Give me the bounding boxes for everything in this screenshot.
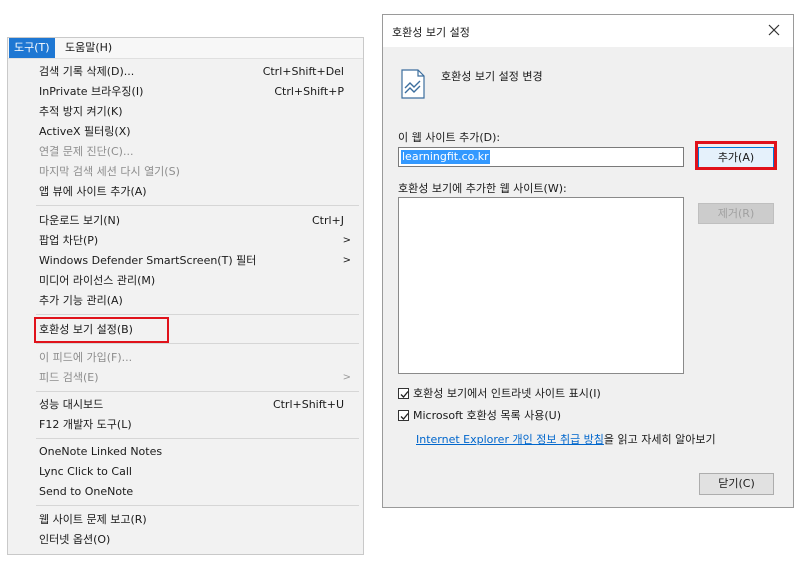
menu-separator bbox=[36, 205, 359, 206]
checkbox-label: Microsoft 호환성 목록 사용(U) bbox=[413, 409, 562, 422]
privacy-note: Internet Explorer 개인 정보 취급 방침을 읽고 자세히 알아… bbox=[416, 431, 716, 447]
menu-item-label: ActiveX 필터링(X) bbox=[39, 125, 131, 138]
menu-item-label: Lync Click to Call bbox=[39, 465, 132, 478]
menu-separator bbox=[36, 314, 359, 315]
add-site-input-value: learningfit.co.kr bbox=[401, 150, 490, 164]
close-button[interactable]: 닫기(C) bbox=[699, 473, 774, 495]
menu-item-label: OneNote Linked Notes bbox=[39, 445, 163, 458]
menu-item-manage-addons[interactable]: 추가 기능 관리(A) bbox=[8, 291, 363, 311]
menu-item-label: 인터넷 옵션(O) bbox=[39, 533, 111, 546]
menu-item-send-to-onenote[interactable]: Send to OneNote bbox=[8, 482, 363, 502]
checkbox-box[interactable] bbox=[398, 388, 409, 399]
menu-item-label: 연결 문제 진단(C)... bbox=[39, 145, 134, 158]
menu-item-label: 마지막 검색 세션 다시 열기(S) bbox=[39, 165, 180, 178]
dialog-header-text: 호환성 보기 설정 변경 bbox=[441, 70, 543, 83]
menu-item-label: 다운로드 보기(N) bbox=[39, 214, 121, 227]
menu-item-label: 웹 사이트 문제 보고(R) bbox=[39, 513, 147, 526]
privacy-note-suffix: 을 읽고 자세히 알아보기 bbox=[603, 433, 716, 446]
menu-item-tracking-protection[interactable]: 추적 방지 켜기(K) bbox=[8, 102, 363, 122]
chevron-right-icon: > bbox=[342, 235, 351, 246]
chevron-right-icon: > bbox=[342, 372, 351, 383]
menu-item-label: InPrivate 브라우징(I) bbox=[39, 85, 144, 98]
menu-item-label: 추가 기능 관리(A) bbox=[39, 294, 123, 307]
menu-item-inprivate[interactable]: InPrivate 브라우징(I) Ctrl+Shift+P bbox=[8, 82, 363, 102]
remove-button: 제거(R) bbox=[698, 203, 774, 224]
check-icon bbox=[400, 391, 409, 398]
menu-separator bbox=[36, 505, 359, 506]
menu-item-lync-click-to-call[interactable]: Lync Click to Call bbox=[8, 462, 363, 482]
menu-item-f12-devtools[interactable]: F12 개발자 도구(L) bbox=[8, 415, 363, 435]
menu-item-label: F12 개발자 도구(L) bbox=[39, 418, 132, 431]
menu-item-subscribe-feed: 이 피드에 가입(F)... bbox=[8, 348, 363, 368]
menu-item-label: 앱 뷰에 사이트 추가(A) bbox=[39, 185, 147, 198]
menu-item-label: 검색 기록 삭제(D)... bbox=[39, 65, 135, 78]
menu-item-label: Send to OneNote bbox=[39, 485, 134, 498]
chevron-right-icon: > bbox=[342, 255, 351, 266]
menu-item-shortcut: Ctrl+Shift+P bbox=[274, 85, 344, 98]
menu-item-delete-history[interactable]: 검색 기록 삭제(D)... Ctrl+Shift+Del bbox=[8, 62, 363, 82]
check-icon bbox=[400, 413, 409, 420]
tools-menu: 도구(T) 도움말(H) 검색 기록 삭제(D)... Ctrl+Shift+D… bbox=[7, 37, 364, 555]
menu-item-popup-blocker[interactable]: 팝업 차단(P) > bbox=[8, 231, 363, 251]
dialog-title: 호환성 보기 설정 bbox=[392, 26, 470, 39]
menu-item-smartscreen-filter[interactable]: Windows Defender SmartScreen(T) 필터 > bbox=[8, 251, 363, 271]
menu-item-shortcut: Ctrl+Shift+U bbox=[272, 398, 344, 411]
menu-item-onenote-linked-notes[interactable]: OneNote Linked Notes bbox=[8, 442, 363, 462]
menu-item-performance-dashboard[interactable]: 성능 대시보드 Ctrl+Shift+U bbox=[8, 395, 363, 415]
menu-item-shortcut: Ctrl+J bbox=[311, 214, 344, 227]
menu-item-label: 추적 방지 켜기(K) bbox=[39, 105, 123, 118]
menu-item-shortcut: Ctrl+Shift+Del bbox=[262, 65, 344, 78]
checkbox-label: 호환성 보기에서 인트라넷 사이트 표시(I) bbox=[413, 387, 601, 400]
menu-item-reopen-session: 마지막 검색 세션 다시 열기(S) bbox=[8, 162, 363, 182]
privacy-policy-link[interactable]: Internet Explorer 개인 정보 취급 방침 bbox=[416, 433, 604, 446]
menu-item-label: 피드 검색(E) bbox=[39, 371, 99, 384]
checkbox-box[interactable] bbox=[398, 410, 409, 421]
menu-item-label: 호환성 보기 설정(B) bbox=[39, 323, 133, 336]
menu-separator bbox=[36, 438, 359, 439]
menu-item-label: 팝업 차단(P) bbox=[39, 234, 99, 247]
menu-item-label: Windows Defender SmartScreen(T) 필터 bbox=[39, 254, 257, 267]
add-site-label: 이 웹 사이트 추가(D): bbox=[398, 131, 501, 144]
compatibility-page-icon bbox=[400, 69, 426, 99]
menu-item-diagnose-connection: 연결 문제 진단(C)... bbox=[8, 142, 363, 162]
menu-tools[interactable]: 도구(T) bbox=[9, 38, 55, 58]
menu-help[interactable]: 도움말(H) bbox=[60, 38, 117, 58]
menu-item-compatibility-view-settings[interactable]: 호환성 보기 설정(B) bbox=[8, 320, 363, 340]
menu-bar: 도구(T) 도움말(H) bbox=[8, 38, 363, 59]
close-icon[interactable] bbox=[763, 19, 785, 41]
added-sites-label: 호환성 보기에 추가한 웹 사이트(W): bbox=[398, 182, 567, 195]
menu-separator bbox=[36, 391, 359, 392]
menu-item-view-downloads[interactable]: 다운로드 보기(N) Ctrl+J bbox=[8, 211, 363, 231]
added-sites-list[interactable] bbox=[398, 197, 684, 374]
menu-item-internet-options[interactable]: 인터넷 옵션(O) bbox=[8, 530, 363, 550]
menu-item-activex-filtering[interactable]: ActiveX 필터링(X) bbox=[8, 122, 363, 142]
menu-item-feed-discovery: 피드 검색(E) > bbox=[8, 368, 363, 388]
add-button[interactable]: 추가(A) bbox=[698, 147, 774, 168]
menu-item-add-site-to-apps[interactable]: 앱 뷰에 사이트 추가(A) bbox=[8, 182, 363, 202]
menu-item-label: 이 피드에 가입(F)... bbox=[39, 351, 133, 364]
menu-item-media-licenses[interactable]: 미디어 라이선스 관리(M) bbox=[8, 271, 363, 291]
menu-item-label: 성능 대시보드 bbox=[39, 398, 104, 411]
menu-item-report-website-problems[interactable]: 웹 사이트 문제 보고(R) bbox=[8, 510, 363, 530]
dialog-titlebar: 호환성 보기 설정 bbox=[383, 15, 793, 47]
compatibility-view-dialog: 호환성 보기 설정 호환성 보기 설정 변경 이 웹 사이트 추가(D): le… bbox=[382, 14, 794, 508]
menu-item-label: 미디어 라이선스 관리(M) bbox=[39, 274, 156, 287]
menu-separator bbox=[36, 343, 359, 344]
add-site-input[interactable]: learningfit.co.kr bbox=[398, 147, 684, 167]
